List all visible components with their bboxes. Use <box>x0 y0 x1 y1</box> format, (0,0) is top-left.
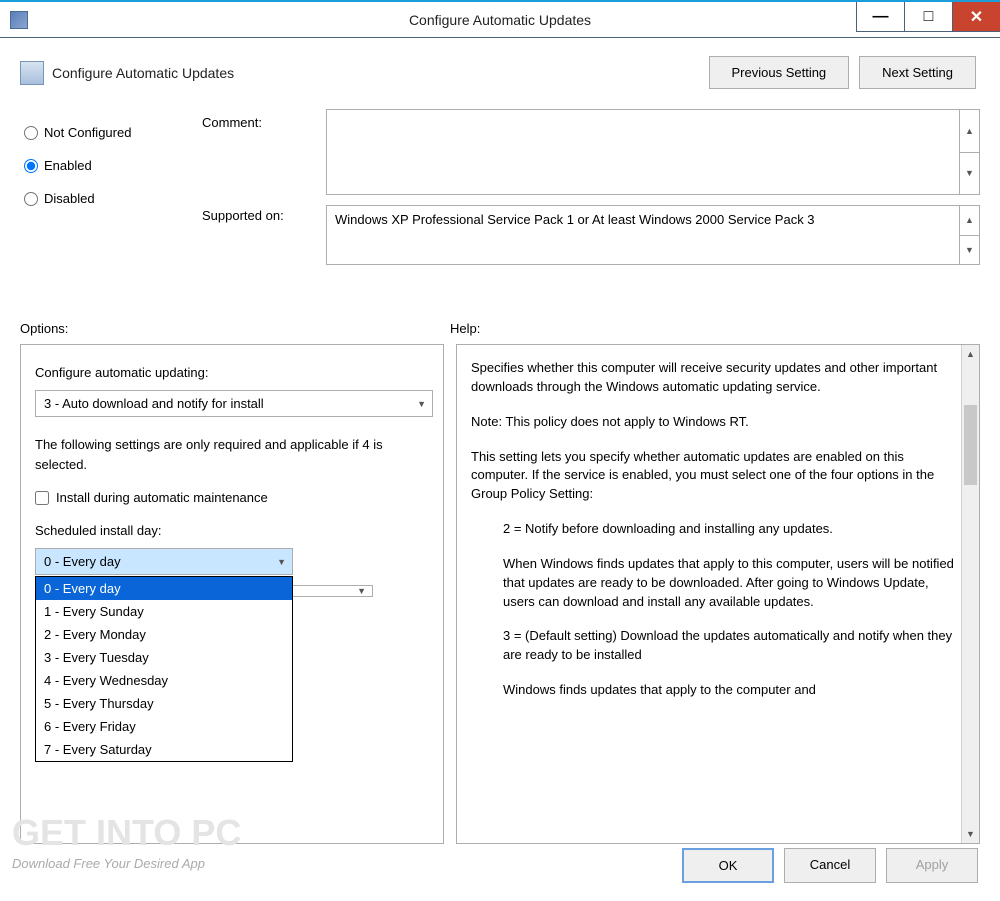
minimize-button[interactable]: — <box>856 2 904 32</box>
state-section: Not Configured Enabled Disabled Comment:… <box>0 101 1000 309</box>
scheduled-day-dropdown[interactable]: 0 - Every day 1 - Every Sunday 2 - Every… <box>35 576 293 762</box>
supported-on-value: Windows XP Professional Service Pack 1 o… <box>327 206 979 233</box>
radio-disabled[interactable]: Disabled <box>24 191 184 206</box>
watermark-subtitle: Download Free Your Desired App <box>12 856 241 871</box>
apply-button: Apply <box>886 848 978 883</box>
previous-setting-button[interactable]: Previous Setting <box>709 56 850 89</box>
radio-input[interactable] <box>24 192 38 206</box>
watermark: GET INTO PC Download Free Your Desired A… <box>12 812 241 871</box>
watermark-title: GET INTO PC <box>12 812 241 854</box>
dialog-footer: OK Cancel Apply <box>682 848 978 883</box>
options-label: Options: <box>20 321 450 336</box>
scroll-thumb[interactable] <box>964 405 977 485</box>
radio-label: Disabled <box>44 191 95 206</box>
combo-value: 3 - Auto download and notify for install <box>44 396 264 411</box>
help-para: When Windows finds updates that apply to… <box>471 555 963 612</box>
day-label: Scheduled install day: <box>35 523 429 538</box>
help-para: Specifies whether this computer will rec… <box>471 359 963 397</box>
title-bar: Configure Automatic Updates — □ ✕ <box>0 0 1000 38</box>
radio-label: Not Configured <box>44 125 131 140</box>
help-para: 3 = (Default setting) Download the updat… <box>471 627 963 665</box>
chevron-down-icon[interactable]: ▼ <box>960 153 979 195</box>
dropdown-item[interactable]: 1 - Every Sunday <box>36 600 292 623</box>
radio-label: Enabled <box>44 158 92 173</box>
help-scrollbar[interactable]: ▲ ▼ <box>961 345 979 843</box>
options-pane: Configure automatic updating: 3 - Auto d… <box>20 344 444 844</box>
cancel-button[interactable]: Cancel <box>784 848 876 883</box>
dropdown-item[interactable]: 6 - Every Friday <box>36 715 292 738</box>
install-maintenance-checkbox[interactable]: Install during automatic maintenance <box>35 490 429 505</box>
chevron-down-icon: ▼ <box>357 586 366 596</box>
window-title: Configure Automatic Updates <box>409 12 591 28</box>
scroll-up-icon[interactable]: ▲ <box>962 345 979 363</box>
configure-label: Configure automatic updating: <box>35 365 429 380</box>
comment-textarea[interactable]: ▲ ▼ <box>326 109 980 195</box>
help-pane: Specifies whether this computer will rec… <box>456 344 980 844</box>
help-label: Help: <box>450 321 480 336</box>
next-setting-button[interactable]: Next Setting <box>859 56 976 89</box>
app-icon <box>10 11 28 29</box>
help-para: 2 = Notify before downloading and instal… <box>471 520 963 539</box>
chevron-up-icon[interactable]: ▲ <box>960 206 979 236</box>
dropdown-item[interactable]: 0 - Every day <box>36 577 292 600</box>
supported-on-text: Windows XP Professional Service Pack 1 o… <box>326 205 980 265</box>
maximize-button[interactable]: □ <box>904 2 952 32</box>
main-panes: Configure automatic updating: 3 - Auto d… <box>0 344 1000 844</box>
help-text: Specifies whether this computer will rec… <box>471 359 973 829</box>
dropdown-item[interactable]: 7 - Every Saturday <box>36 738 292 761</box>
comment-label: Comment: <box>202 115 308 130</box>
close-button[interactable]: ✕ <box>952 2 1000 32</box>
radio-enabled[interactable]: Enabled <box>24 158 184 173</box>
help-para: This setting lets you specify whether au… <box>471 448 963 505</box>
dropdown-item[interactable]: 4 - Every Wednesday <box>36 669 292 692</box>
configure-updating-combo[interactable]: 3 - Auto download and notify for install… <box>35 390 433 417</box>
window-controls: — □ ✕ <box>856 2 1000 32</box>
ok-button[interactable]: OK <box>682 848 774 883</box>
checkbox-label: Install during automatic maintenance <box>56 490 268 505</box>
scheduled-day-combo[interactable]: 0 - Every day ▼ <box>35 548 293 575</box>
policy-title: Configure Automatic Updates <box>52 65 709 81</box>
dropdown-item[interactable]: 5 - Every Thursday <box>36 692 292 715</box>
scroll-down-icon[interactable]: ▼ <box>962 825 979 843</box>
radio-not-configured[interactable]: Not Configured <box>24 125 184 140</box>
chevron-down-icon: ▼ <box>417 399 426 409</box>
chevron-up-icon[interactable]: ▲ <box>960 110 979 153</box>
policy-icon <box>20 61 44 85</box>
options-note: The following settings are only required… <box>35 435 429 474</box>
chevron-down-icon[interactable]: ▼ <box>960 236 979 265</box>
supported-label: Supported on: <box>202 208 308 223</box>
policy-header: Configure Automatic Updates Previous Set… <box>0 38 1000 101</box>
pane-labels: Options: Help: <box>0 309 1000 344</box>
radio-input[interactable] <box>24 159 38 173</box>
radio-input[interactable] <box>24 126 38 140</box>
help-para: Windows finds updates that apply to the … <box>471 681 963 700</box>
dropdown-item[interactable]: 3 - Every Tuesday <box>36 646 292 669</box>
help-para: Note: This policy does not apply to Wind… <box>471 413 963 432</box>
combo-value: 0 - Every day <box>44 554 121 569</box>
chevron-down-icon: ▼ <box>277 557 286 567</box>
checkbox-input[interactable] <box>35 491 49 505</box>
dropdown-item[interactable]: 2 - Every Monday <box>36 623 292 646</box>
